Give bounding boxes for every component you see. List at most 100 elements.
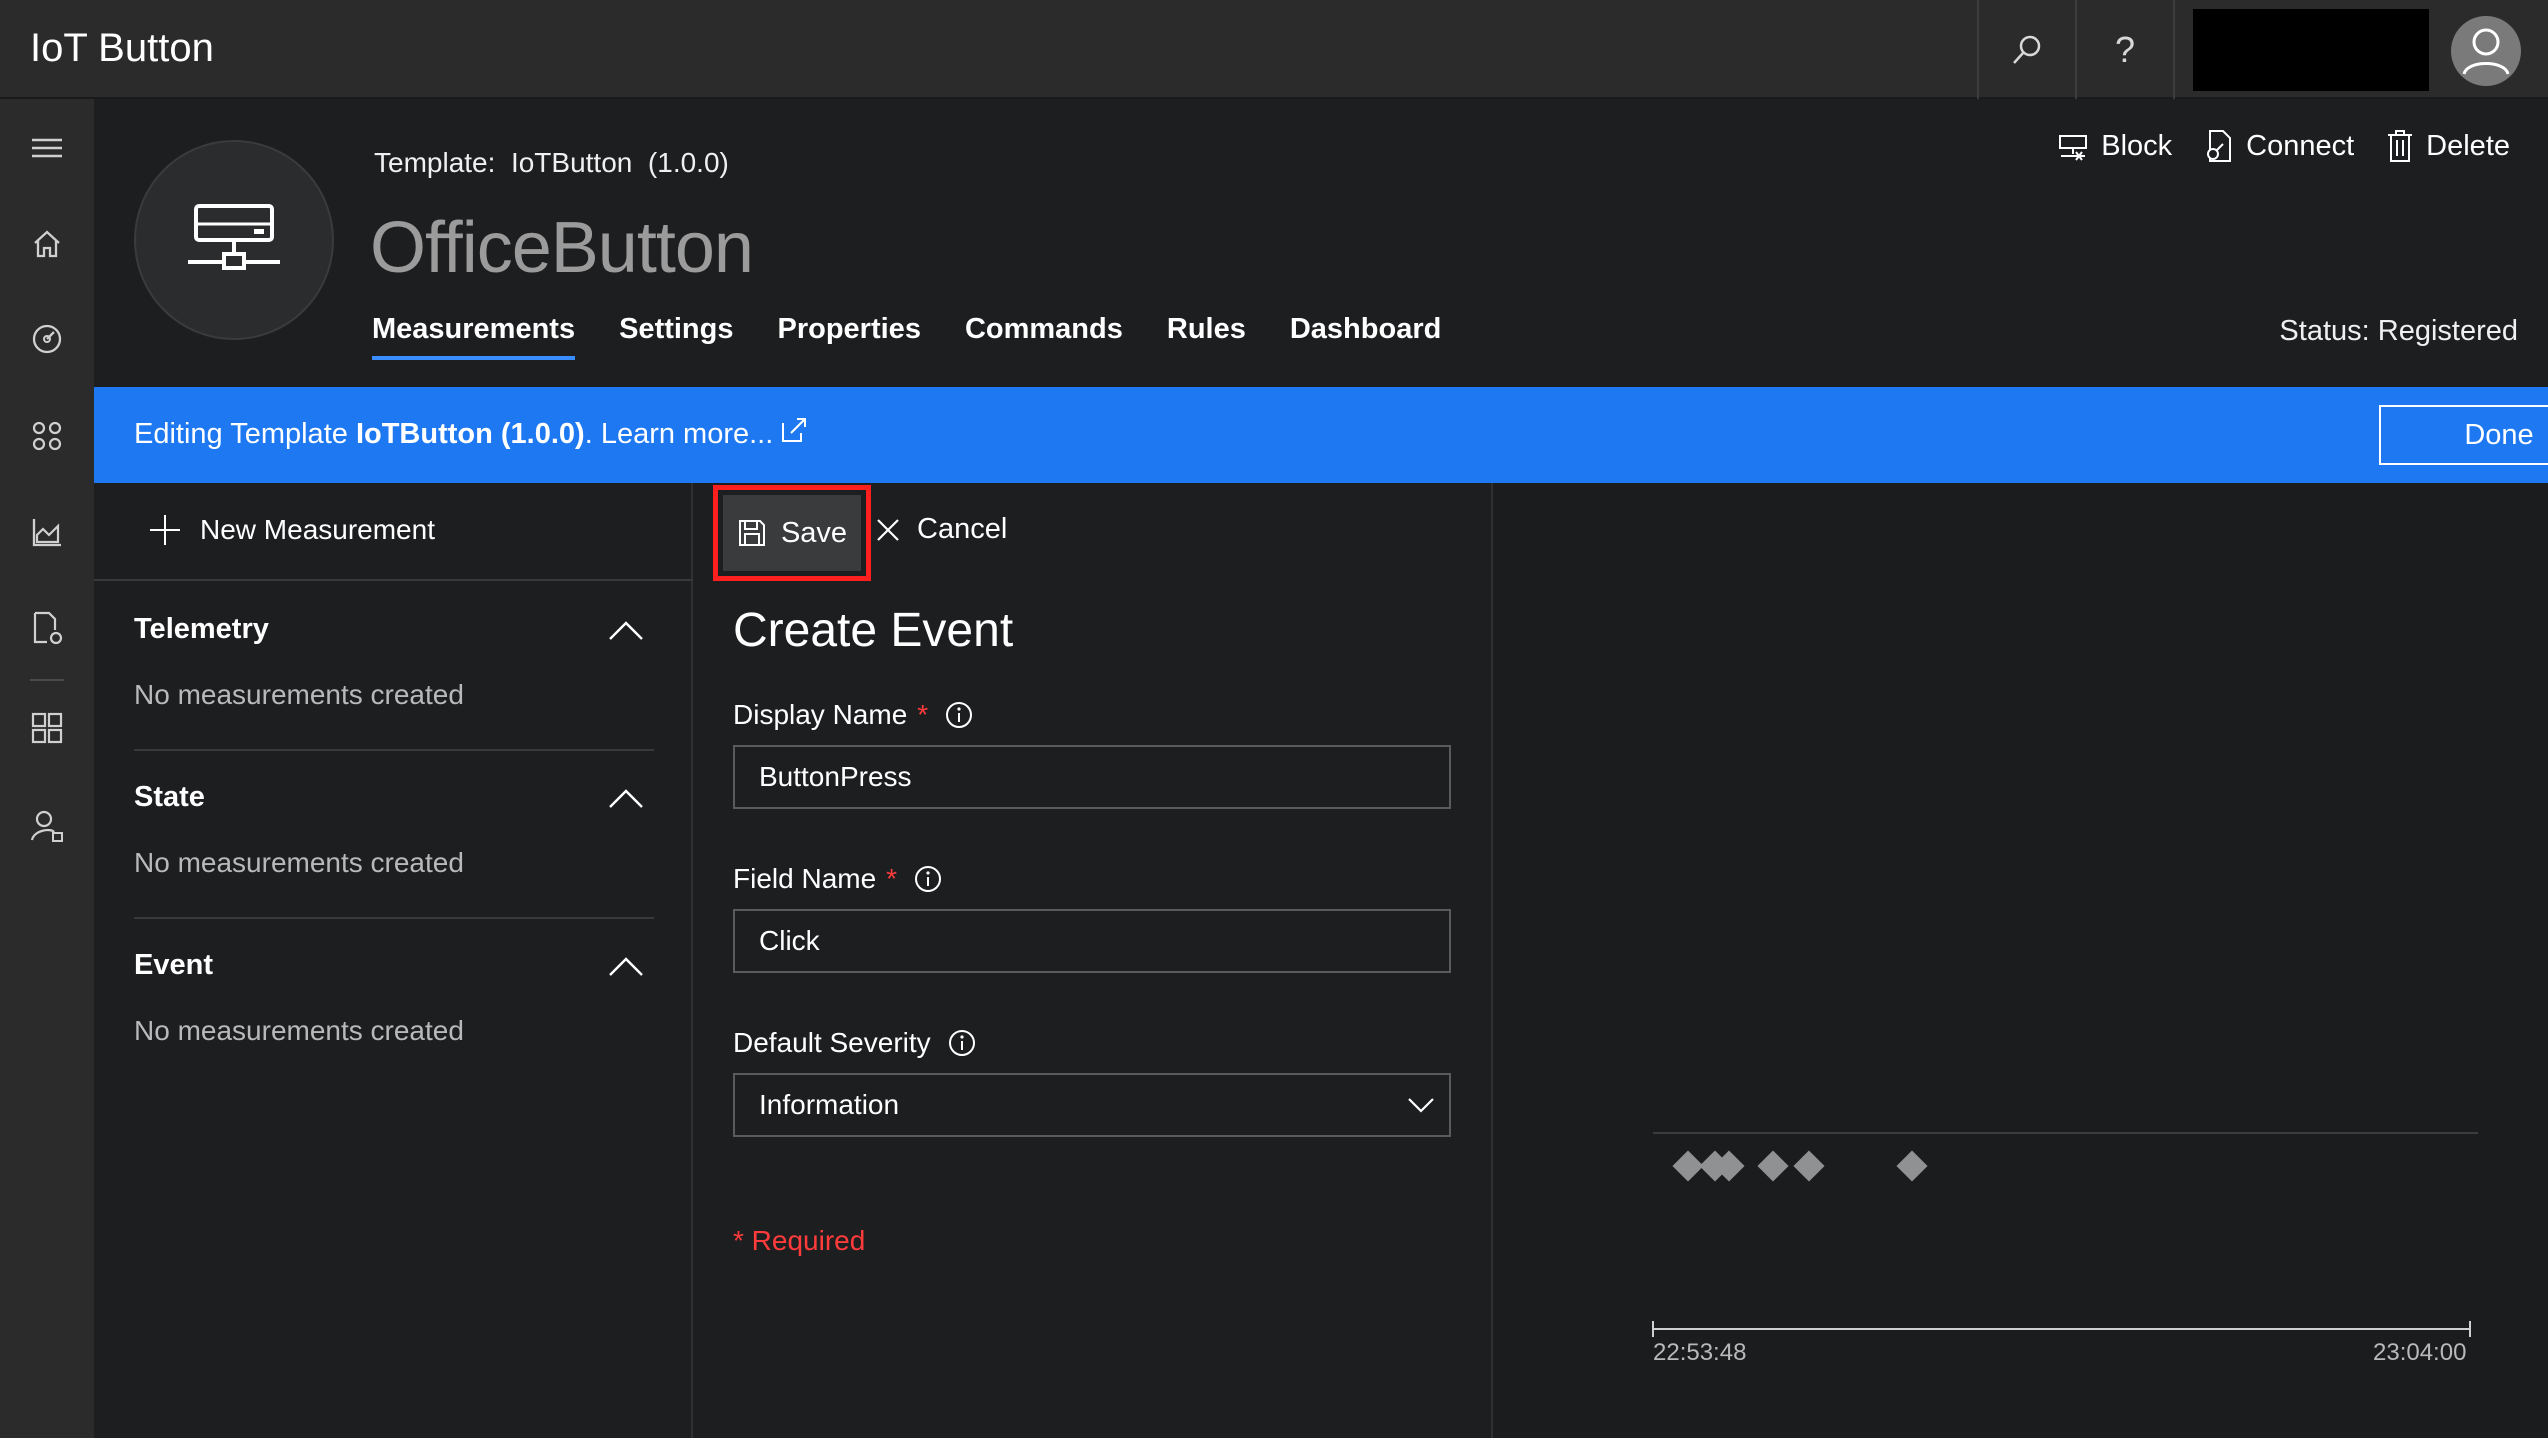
- event-marker: [1793, 1150, 1825, 1182]
- delete-label: Delete: [2426, 129, 2510, 162]
- event-timeline-chart: [1652, 1132, 2478, 1337]
- cancel-button[interactable]: Cancel: [875, 513, 1007, 546]
- grid-icon: [31, 712, 63, 744]
- measurements-panel: New Measurement Telemetry No measurement…: [94, 483, 693, 1438]
- account-name-box[interactable]: [2193, 9, 2429, 91]
- help-icon: ?: [2114, 28, 2136, 70]
- field-name-label: Field Name *: [733, 863, 943, 895]
- nav-administration[interactable]: [0, 791, 94, 861]
- divider: [94, 579, 693, 581]
- nav-app-builder[interactable]: [0, 693, 94, 763]
- search-icon: [2013, 35, 2041, 64]
- axis-start-label: 22:53:48: [1653, 1339, 1747, 1366]
- nav-home[interactable]: [0, 209, 94, 279]
- left-nav-rail: [0, 99, 94, 1438]
- gauge-icon: [32, 324, 62, 354]
- document-settings-icon: [33, 611, 63, 645]
- device-name: OfficeButton: [370, 208, 754, 288]
- label-text: Field Name: [733, 863, 877, 894]
- delete-button[interactable]: Delete: [2386, 129, 2510, 163]
- chevron-up-icon[interactable]: [608, 955, 644, 977]
- empty-message: No measurements created: [134, 1015, 464, 1046]
- rail-divider: [30, 679, 64, 681]
- required-star: *: [886, 863, 898, 894]
- divider: [2173, 0, 2175, 99]
- axis-end-label: 23:04:00: [2373, 1339, 2467, 1366]
- required-note: * Required: [733, 1225, 866, 1256]
- device-sets-icon: [32, 421, 62, 451]
- nav-explorer[interactable]: [0, 304, 94, 374]
- form-title: Create Event: [733, 604, 1014, 657]
- nav-device-templates[interactable]: [0, 401, 94, 471]
- template-label: Template: IoTButton (1.0.0): [374, 147, 729, 178]
- display-name-label: Display Name *: [733, 699, 974, 731]
- section-title: State: [134, 781, 205, 813]
- analytics-icon: [32, 519, 61, 547]
- tab-commands[interactable]: Commands: [965, 313, 1123, 360]
- block-label: Block: [2101, 129, 2173, 162]
- connect-icon: [2207, 130, 2232, 162]
- connect-button[interactable]: Connect: [2204, 129, 2354, 163]
- status-text: Status: Registered: [2279, 315, 2518, 347]
- select-value: Information: [759, 1089, 900, 1120]
- block-icon: [2059, 135, 2088, 161]
- banner-prefix: Editing Template: [134, 418, 356, 450]
- banner-text: Editing Template IoTButton (1.0.0). Lear…: [134, 415, 809, 451]
- required-star: *: [917, 699, 929, 730]
- avatar[interactable]: [2451, 16, 2521, 86]
- info-icon[interactable]: [947, 1028, 977, 1058]
- close-icon: [877, 518, 899, 541]
- chevron-up-icon[interactable]: [608, 619, 644, 641]
- tab-measurements[interactable]: Measurements: [372, 313, 576, 360]
- banner-template-name: IoTButton (1.0.0): [355, 418, 585, 450]
- device-icon: [188, 204, 280, 270]
- learn-more-link[interactable]: . Learn more...: [585, 418, 774, 451]
- block-button[interactable]: Block: [2057, 130, 2172, 163]
- app-title: IoT Button: [30, 26, 214, 70]
- display-name-input[interactable]: [733, 745, 1451, 809]
- external-link-icon[interactable]: [779, 415, 809, 445]
- divider: [134, 917, 654, 919]
- connect-label: Connect: [2246, 129, 2355, 162]
- hamburger-icon: [32, 138, 62, 158]
- event-preview-panel: 22:53:48 23:04:00: [1493, 483, 2548, 1438]
- trash-icon: [2388, 130, 2413, 162]
- chevron-up-icon[interactable]: [608, 787, 644, 809]
- info-icon[interactable]: [944, 700, 974, 730]
- tab-properties[interactable]: Properties: [778, 313, 921, 360]
- plus-icon: [150, 515, 180, 545]
- tab-rules[interactable]: Rules: [1167, 313, 1246, 360]
- tab-dashboard[interactable]: Dashboard: [1290, 313, 1441, 360]
- editing-template-banner: Editing Template IoTButton (1.0.0). Lear…: [94, 387, 2548, 483]
- empty-message: No measurements created: [134, 847, 464, 878]
- save-button[interactable]: Save: [723, 495, 861, 571]
- divider: [134, 749, 654, 751]
- info-icon[interactable]: [913, 864, 943, 894]
- new-measurement-button[interactable]: New Measurement: [148, 513, 435, 547]
- save-label: Save: [780, 516, 848, 549]
- nav-analytics[interactable]: [0, 497, 94, 567]
- tab-settings[interactable]: Settings: [619, 313, 733, 360]
- section-title: Telemetry: [134, 613, 269, 645]
- search-button[interactable]: [1977, 0, 2075, 99]
- empty-message: No measurements created: [134, 679, 464, 710]
- event-marker: [1672, 1150, 1704, 1182]
- home-icon: [34, 230, 60, 258]
- menu-button[interactable]: [0, 113, 94, 183]
- cancel-label: Cancel: [917, 513, 1008, 545]
- help-button[interactable]: ?: [2075, 0, 2173, 99]
- new-measurement-label: New Measurement: [200, 514, 435, 545]
- admin-user-icon: [30, 810, 63, 842]
- default-severity-label: Default Severity: [733, 1027, 977, 1059]
- device-avatar: [134, 140, 334, 340]
- user-icon: [2462, 28, 2510, 75]
- event-markers: [1672, 1150, 1928, 1182]
- field-name-input[interactable]: [733, 909, 1451, 973]
- nav-jobs[interactable]: [0, 593, 94, 663]
- event-marker: [1896, 1150, 1928, 1182]
- done-button[interactable]: Done: [2379, 405, 2548, 465]
- label-text: Display Name: [733, 699, 908, 730]
- default-severity-select[interactable]: Information: [733, 1073, 1451, 1137]
- chevron-down-icon: [1408, 1098, 1434, 1113]
- event-marker: [1757, 1150, 1789, 1182]
